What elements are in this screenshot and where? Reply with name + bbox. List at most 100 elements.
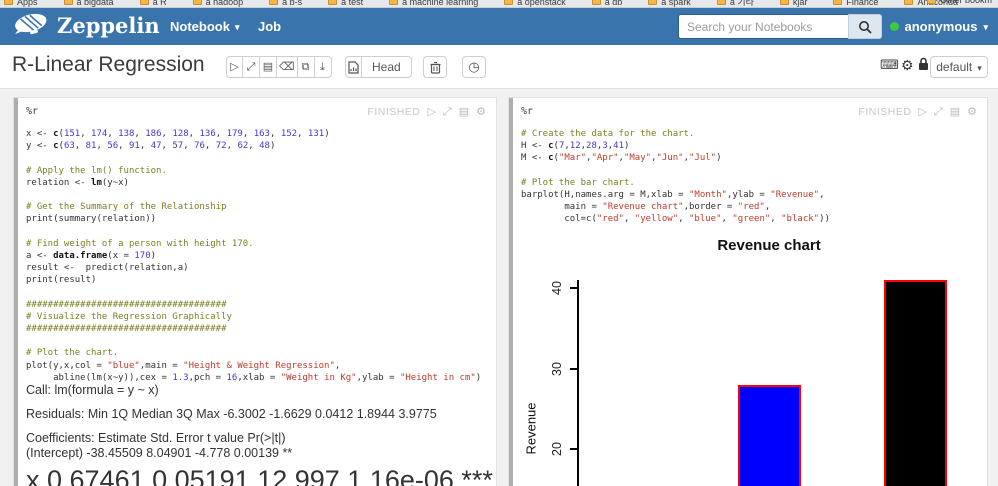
settings-icon[interactable]: ⚙ — [476, 106, 486, 118]
bookmark-item[interactable]: Finance — [833, 0, 878, 7]
chevron-down-icon: ▾ — [234, 22, 240, 32]
code-line: result <- predict(relation,a) — [26, 263, 189, 274]
interpreter-directive: %r — [26, 106, 39, 117]
folder-icon — [716, 0, 726, 5]
folder-icon — [63, 0, 73, 5]
code-line: # Find weight of a person with height 17… — [26, 238, 254, 249]
collapse-button[interactable]: ⤢ — [243, 56, 260, 78]
output-coefficients-header: Coefficients: Estimate Std. Error t valu… — [26, 431, 286, 445]
gear-icon[interactable]: ⚙ — [901, 58, 914, 72]
bookmark-item[interactable]: a test — [328, 0, 363, 7]
bookmark-item[interactable]: a db — [591, 0, 622, 7]
zeppelin-brand[interactable]: Zeppelin — [12, 12, 160, 38]
clone-note-button[interactable]: ⧉ — [297, 56, 315, 78]
y-axis-tick — [570, 287, 577, 289]
file-icon — [348, 60, 359, 74]
code-line: ##################################### — [26, 299, 227, 310]
bookmark-item[interactable]: a R — [139, 0, 167, 7]
commit-file-icon-button[interactable] — [345, 56, 362, 78]
y-axis-tick — [570, 448, 577, 450]
code-line: # Visualize the Regression Graphically — [26, 311, 232, 322]
folder-icon — [389, 0, 399, 5]
code-line: # Get the Summary of the Relationship — [26, 202, 227, 213]
folder-icon — [4, 0, 13, 5]
output-intercept-row: (Intercept) -38.45509 8.04901 -4.778 0.0… — [26, 446, 293, 460]
code-line: a <- data.frame(x = 170) — [26, 250, 157, 261]
code-line: print(result) — [26, 275, 97, 286]
folder-icon — [591, 0, 601, 5]
folder-icon — [648, 0, 658, 5]
bookmark-item[interactable]: a bigdata — [63, 0, 114, 7]
show-hide-code-icon: ▤ — [262, 60, 274, 73]
code-line: y <- c(63, 81, 56, 91, 47, 57, 76, 72, 6… — [26, 141, 276, 152]
username: anonymous — [904, 19, 978, 34]
code-line: # Apply the lm() function. — [26, 165, 167, 176]
y-axis-tick-label: 30 — [550, 361, 564, 376]
paragraph-bar-chart[interactable]: %r FINISHED ▷ ⤢ ▤ ⚙ # Create the data for t… — [508, 97, 988, 486]
interpreter-binding-button[interactable]: default ▾ — [930, 56, 988, 78]
menu-job[interactable]: Job — [258, 8, 281, 45]
bookmark-item[interactable]: a 기타 — [716, 0, 754, 7]
status-badge: FINISHED — [367, 106, 421, 118]
y-axis-label: Revenue — [523, 402, 539, 455]
head-revision-button[interactable]: Head — [362, 56, 412, 78]
run-all-button[interactable]: ▷ — [226, 56, 243, 78]
folder-icon — [926, 0, 936, 4]
clear-output-button[interactable]: ⌫ — [277, 56, 298, 78]
paragraph-linear-regression[interactable]: %r FINISHED ▷ ⤢ ▤ ⚙ x <- c(151, 174, 138, 1… — [13, 97, 497, 486]
clock-icon: ◷ — [468, 59, 480, 74]
chevron-down-icon: ▾ — [977, 62, 982, 73]
bar-jul — [884, 280, 947, 486]
user-menu[interactable]: anonymous ▾ — [889, 8, 988, 45]
export-note-button[interactable]: ⤓ — [314, 56, 332, 78]
export-note-icon: ⤓ — [320, 60, 325, 73]
bookmark-item[interactable]: a spark — [648, 0, 691, 7]
collapse-icon: ⤢ — [246, 60, 256, 73]
bookmark-item[interactable]: kjar — [779, 0, 807, 7]
book-icon[interactable]: ▤ — [459, 106, 469, 118]
bookmark-item[interactable]: a b-s — [269, 0, 302, 7]
search-input[interactable] — [678, 14, 848, 39]
show-hide-code-button[interactable]: ▤ — [260, 56, 277, 78]
run-scheduler-button[interactable]: ◷ — [462, 56, 486, 78]
other-bookmarks[interactable]: Other bookm — [926, 0, 992, 5]
brand-title: Zeppelin — [57, 12, 160, 38]
y-axis-tick-label: 40 — [550, 281, 564, 295]
code-line: plot(y,x,col = "blue",main = "Height & W… — [26, 360, 341, 371]
output-x-coefficient-heading: x 0.67461 0.05191 12.997 1.16e-06 *** — [26, 465, 493, 486]
bookmark-item[interactable]: a openstack — [504, 0, 566, 7]
connection-status-icon — [889, 22, 899, 31]
note-title[interactable]: R-Linear Regression — [12, 53, 205, 77]
y-axis-line — [577, 280, 579, 486]
clear-output-icon: ⌫ — [279, 60, 295, 73]
bookmark-item[interactable]: Apps — [4, 0, 38, 7]
bookmark-item[interactable]: a hadoop — [192, 0, 243, 7]
run-all-icon: ▷ — [230, 60, 239, 73]
folder-icon — [139, 0, 149, 5]
delete-note-button[interactable] — [423, 56, 447, 78]
zeppelin-blimp-icon — [14, 13, 47, 35]
note-action-bar: R-Linear Regression ▷ ⤢ ▤ ⌫ ⧉ ⤓ Head ◷ ⌨ ⚙ — [0, 45, 998, 89]
clone-note-icon: ⧉ — [301, 60, 310, 73]
play-icon[interactable]: ▷ — [427, 106, 435, 118]
collapse-icon[interactable]: ⤢ — [443, 106, 452, 118]
code-line: x <- c(151, 174, 138, 186, 128, 136, 179… — [26, 129, 330, 139]
code-editor[interactable]: x <- c(151, 174, 138, 186, 128, 136, 179… — [26, 129, 492, 385]
bookmark-item[interactable]: a machine learning — [389, 0, 478, 7]
folder-icon — [833, 0, 843, 5]
search-button[interactable] — [848, 14, 882, 39]
paragraph-output: Call: lm(formula = y ~ x) Residuals: Min… — [26, 383, 493, 486]
keyboard-shortcuts-icon[interactable]: ⌨ — [880, 58, 899, 71]
code-line: ##################################### — [26, 324, 227, 334]
revenue-bar-chart: Revenue chart 20 30 40 Revenue — [509, 98, 987, 486]
bar-may — [738, 385, 801, 486]
folder-icon — [269, 0, 279, 5]
paragraph-status-bar: FINISHED ▷ ⤢ ▤ ⚙ — [367, 106, 486, 118]
folder-icon — [504, 0, 514, 5]
lock-icon[interactable] — [918, 57, 929, 73]
browser-bookmarks-bar: Apps a bigdata a R a hadoop a b-s a test a mac… — [0, 0, 998, 8]
menu-notebook[interactable]: Notebook ▾ — [170, 8, 239, 45]
